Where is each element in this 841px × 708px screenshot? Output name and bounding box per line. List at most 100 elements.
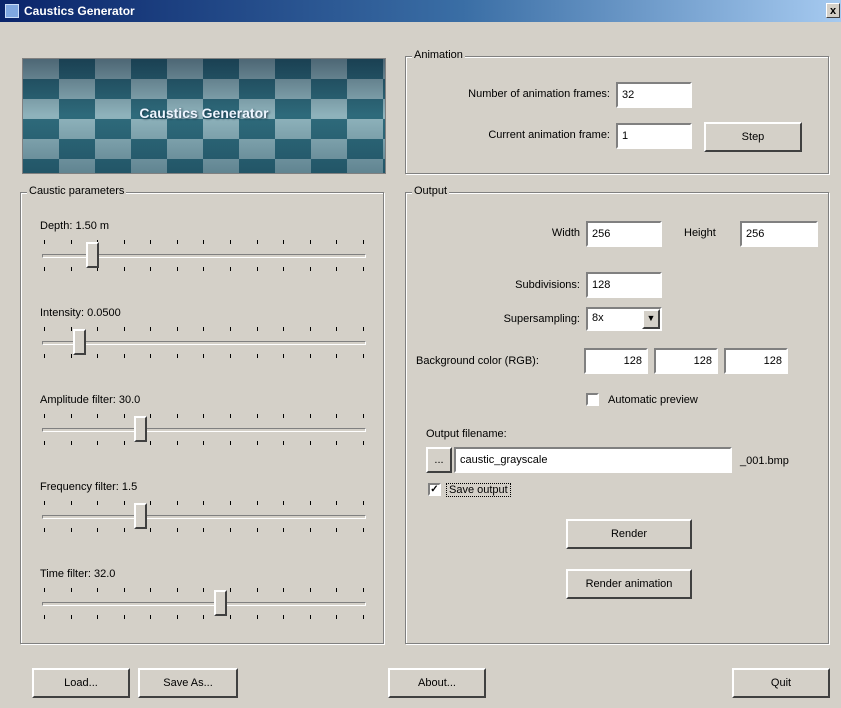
slider-tick (70, 354, 72, 358)
slider-tick (150, 615, 152, 619)
slider-tick (44, 528, 45, 532)
bg-blue-input[interactable] (724, 348, 788, 374)
slider-track[interactable] (42, 341, 366, 345)
browse-button[interactable]: ... (426, 447, 452, 473)
slider-thumb[interactable] (134, 416, 147, 442)
parameter-slider[interactable] (42, 588, 366, 628)
slider-tick (230, 240, 232, 244)
save-output-checkbox[interactable]: ✓ (428, 483, 441, 496)
slider-tick (176, 441, 178, 445)
slider-tick (362, 327, 364, 331)
save-as-button[interactable]: Save As... (138, 668, 238, 698)
slider-tick (97, 354, 99, 358)
background-color-label: Background color (RGB): (416, 355, 539, 367)
slider-tick (123, 414, 125, 418)
slider-tick (362, 240, 364, 244)
slider-tick (203, 501, 205, 505)
parameter-slider[interactable] (42, 327, 366, 367)
slider-tick (70, 414, 72, 418)
slider-tick (309, 267, 311, 271)
slider-tick (70, 588, 72, 592)
slider-tick (44, 354, 45, 358)
load-button[interactable]: Load... (32, 668, 130, 698)
filename-suffix: _001.bmp (740, 455, 789, 467)
slider-tick (97, 528, 99, 532)
subdivisions-input[interactable] (586, 272, 662, 298)
automatic-preview-checkbox[interactable] (586, 393, 599, 406)
slider-thumb[interactable] (73, 329, 87, 355)
slider-tick (123, 327, 125, 331)
render-animation-button[interactable]: Render animation (566, 569, 692, 599)
slider-tick (283, 240, 285, 244)
slider-tick (283, 267, 285, 271)
slider-label: Frequency filter: 1.5 (40, 481, 138, 493)
frames-input[interactable] (616, 82, 692, 108)
slider-tick (150, 588, 152, 592)
parameter-slider[interactable] (42, 414, 366, 454)
height-input[interactable] (740, 221, 818, 247)
slider-tick (176, 354, 178, 358)
height-label: Height (684, 227, 716, 239)
slider-tick (309, 354, 311, 358)
width-input[interactable] (586, 221, 662, 247)
slider-tick (44, 414, 45, 418)
slider-tick (44, 501, 45, 505)
slider-track[interactable] (42, 602, 366, 606)
slider-tick (123, 501, 125, 505)
slider-tick (309, 441, 311, 445)
animation-group: Animation Number of animation frames: Cu… (405, 49, 829, 174)
slider-tick (230, 354, 232, 358)
slider-tick (70, 327, 72, 331)
slider-tick (230, 615, 232, 619)
parameter-slider[interactable] (42, 240, 366, 280)
bg-green-input[interactable] (654, 348, 718, 374)
banner-title: Caustics Generator (139, 105, 269, 121)
slider-tick (309, 414, 311, 418)
slider-track[interactable] (42, 428, 366, 432)
bg-red-input[interactable] (584, 348, 648, 374)
chevron-down-icon[interactable]: ▼ (642, 309, 660, 329)
automatic-preview-label[interactable]: Automatic preview (608, 394, 698, 406)
slider-tick (362, 414, 364, 418)
slider-tick (336, 441, 338, 445)
slider-tick (362, 528, 364, 532)
slider-tick (70, 501, 72, 505)
slider-track[interactable] (42, 515, 366, 519)
quit-button[interactable]: Quit (732, 668, 830, 698)
slider-tick (336, 414, 338, 418)
slider-tick (123, 354, 125, 358)
slider-thumb[interactable] (214, 590, 227, 616)
slider-tick (256, 354, 258, 358)
current-frame-input[interactable] (616, 123, 692, 149)
slider-tick (336, 501, 338, 505)
slider-label: Intensity: 0.0500 (40, 307, 121, 319)
slider-tick (203, 240, 205, 244)
slider-tick (70, 267, 72, 271)
slider-tick (44, 588, 45, 592)
save-output-label[interactable]: Save output (446, 483, 511, 497)
slider-tick (256, 240, 258, 244)
render-button[interactable]: Render (566, 519, 692, 549)
output-filename-input[interactable] (454, 447, 732, 473)
slider-tick (336, 354, 338, 358)
slider-ticks (44, 354, 364, 358)
slider-tick (336, 588, 338, 592)
width-label: Width (551, 227, 580, 239)
slider-tick (309, 615, 311, 619)
about-button[interactable]: About... (388, 668, 486, 698)
close-icon[interactable]: x (826, 3, 840, 18)
slider-tick (203, 327, 205, 331)
step-button[interactable]: Step (704, 122, 802, 152)
slider-ticks (44, 501, 364, 505)
slider-tick (336, 240, 338, 244)
slider-tick (362, 354, 364, 358)
slider-tick (283, 414, 285, 418)
parameter-slider[interactable] (42, 501, 366, 541)
slider-tick (123, 588, 125, 592)
slider-tick (230, 327, 232, 331)
slider-thumb[interactable] (86, 242, 99, 268)
supersampling-select[interactable]: 8x ▼ (586, 307, 662, 331)
slider-tick (97, 501, 99, 505)
slider-thumb[interactable] (134, 503, 147, 529)
slider-tick (256, 327, 258, 331)
